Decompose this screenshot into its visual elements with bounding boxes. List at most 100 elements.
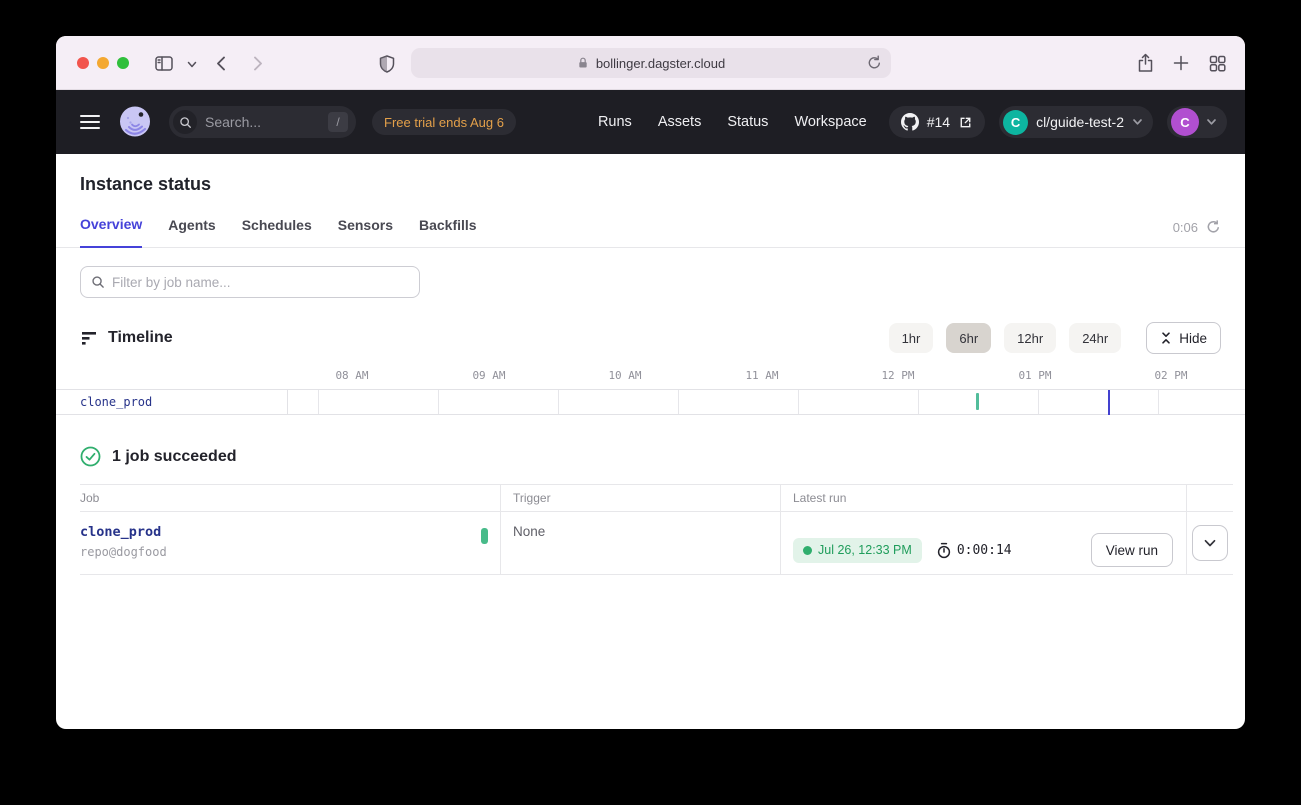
column-latest-run: Latest run — [780, 485, 1186, 511]
refresh-icon[interactable] — [1206, 219, 1221, 235]
chevron-down-icon — [1206, 118, 1217, 126]
tab-schedules[interactable]: Schedules — [242, 217, 312, 247]
filter-section — [56, 248, 1245, 298]
trial-badge[interactable]: Free trial ends Aug 6 — [372, 109, 516, 135]
browser-window: bollinger.dagster.cloud — [56, 36, 1245, 729]
browser-toolbar: bollinger.dagster.cloud — [56, 36, 1245, 90]
timeline-title: Timeline — [108, 329, 173, 347]
menu-icon[interactable] — [80, 115, 100, 129]
search-icon — [91, 275, 105, 289]
address-bar[interactable]: bollinger.dagster.cloud — [411, 48, 891, 78]
range-1hr-button[interactable]: 1hr — [889, 323, 934, 353]
latest-run-cell: Jul 26, 12:33 PM 0:00:14 View run — [780, 512, 1186, 574]
shield-icon[interactable] — [379, 55, 395, 73]
tab-agents[interactable]: Agents — [168, 217, 215, 247]
global-search[interactable]: Search... / — [169, 106, 356, 138]
column-trigger: Trigger — [500, 485, 780, 511]
summary-row: 1 job succeeded — [56, 415, 1245, 467]
check-circle-icon — [80, 446, 101, 467]
deployment-avatar: C — [1003, 110, 1028, 135]
timeline-job-label[interactable]: clone_prod — [80, 390, 152, 414]
collapse-icon — [1160, 332, 1172, 344]
user-menu[interactable]: C — [1167, 106, 1227, 138]
run-duration: 0:00:14 — [936, 542, 1012, 559]
forward-icon[interactable] — [253, 56, 263, 71]
run-duration-value: 0:00:14 — [957, 543, 1012, 558]
external-link-icon — [958, 115, 973, 130]
tab-backfills[interactable]: Backfills — [419, 217, 477, 247]
sidebar-toggle-icon[interactable] — [155, 55, 173, 72]
time-range-buttons: 1hr 6hr 12hr 24hr Hide — [889, 322, 1221, 354]
axis-tick: 02 PM — [1154, 369, 1187, 382]
timeline-label-divider — [287, 390, 288, 414]
jobs-table: Job Trigger Latest run clone_prod repo@d… — [80, 484, 1233, 575]
table-row: clone_prod repo@dogfood None Jul 26, 12:… — [80, 512, 1233, 575]
row-expand-button[interactable] — [1192, 525, 1228, 561]
stopwatch-icon — [936, 542, 952, 559]
share-icon[interactable] — [1137, 53, 1154, 73]
hide-button-label: Hide — [1179, 331, 1207, 346]
app-header: Search... / Free trial ends Aug 6 Runs A… — [56, 90, 1245, 154]
github-icon — [901, 113, 919, 131]
tab-bar: Overview Agents Schedules Sensors Backfi… — [56, 216, 1245, 248]
main-nav: Runs Assets Status Workspace — [598, 114, 867, 130]
job-name-link[interactable]: clone_prod — [80, 524, 500, 540]
github-pr-number: #14 — [927, 114, 950, 130]
url-text: bollinger.dagster.cloud — [596, 56, 725, 71]
deployment-name: cl/guide-test-2 — [1036, 114, 1124, 130]
deployment-switcher[interactable]: C cl/guide-test-2 — [999, 106, 1153, 138]
chevron-down-icon — [1204, 539, 1216, 548]
axis-tick: 10 AM — [608, 369, 641, 382]
job-filter-input[interactable] — [112, 275, 409, 290]
lock-icon — [576, 56, 590, 70]
view-run-button[interactable]: View run — [1091, 533, 1173, 567]
column-actions — [1186, 485, 1233, 511]
close-window-button[interactable] — [77, 57, 89, 69]
timeline-row[interactable]: clone_prod — [56, 389, 1245, 415]
back-icon[interactable] — [216, 56, 226, 71]
column-job: Job — [80, 485, 500, 511]
run-success-tick[interactable] — [976, 393, 979, 410]
hide-timeline-button[interactable]: Hide — [1146, 322, 1221, 354]
search-placeholder: Search... — [205, 114, 261, 130]
table-header: Job Trigger Latest run — [80, 484, 1233, 512]
chevron-down-icon[interactable] — [187, 61, 197, 69]
axis-tick: 09 AM — [472, 369, 505, 382]
screen-background: bollinger.dagster.cloud — [0, 0, 1301, 805]
minimize-window-button[interactable] — [97, 57, 109, 69]
range-24hr-button[interactable]: 24hr — [1069, 323, 1121, 353]
summary-text: 1 job succeeded — [112, 448, 237, 466]
timeline-header: Timeline 1hr 6hr 12hr 24hr Hide — [56, 298, 1245, 354]
search-shortcut-key: / — [328, 112, 348, 132]
search-icon — [173, 110, 197, 134]
dagster-logo-icon[interactable] — [117, 104, 153, 140]
tab-overview[interactable]: Overview — [80, 216, 142, 248]
job-cell: clone_prod repo@dogfood — [80, 512, 500, 574]
nav-assets[interactable]: Assets — [658, 114, 702, 130]
zoom-window-button[interactable] — [117, 57, 129, 69]
axis-tick: 01 PM — [1018, 369, 1051, 382]
current-time-line — [1108, 390, 1110, 415]
timeline-icon — [80, 329, 98, 347]
job-filter — [80, 266, 420, 298]
range-12hr-button[interactable]: 12hr — [1004, 323, 1056, 353]
new-tab-icon[interactable] — [1173, 55, 1189, 71]
refresh-status: 0:06 — [1173, 219, 1221, 247]
trigger-cell: None — [500, 512, 780, 574]
axis-tick: 08 AM — [335, 369, 368, 382]
nav-workspace[interactable]: Workspace — [794, 114, 866, 130]
chevron-down-icon — [1132, 118, 1143, 126]
row-actions-cell — [1186, 512, 1233, 574]
tab-sensors[interactable]: Sensors — [338, 217, 393, 247]
github-pr-button[interactable]: #14 — [889, 106, 985, 138]
run-time-label: Jul 26, 12:33 PM — [818, 543, 912, 557]
run-time-badge[interactable]: Jul 26, 12:33 PM — [793, 538, 922, 563]
tab-overview-icon[interactable] — [1209, 55, 1226, 72]
job-status-bar — [481, 528, 488, 544]
range-6hr-button[interactable]: 6hr — [946, 323, 991, 353]
nav-status[interactable]: Status — [727, 114, 768, 130]
nav-runs[interactable]: Runs — [598, 114, 632, 130]
job-repo-label: repo@dogfood — [80, 545, 500, 559]
user-avatar: C — [1171, 108, 1199, 136]
reload-icon[interactable] — [867, 55, 882, 71]
